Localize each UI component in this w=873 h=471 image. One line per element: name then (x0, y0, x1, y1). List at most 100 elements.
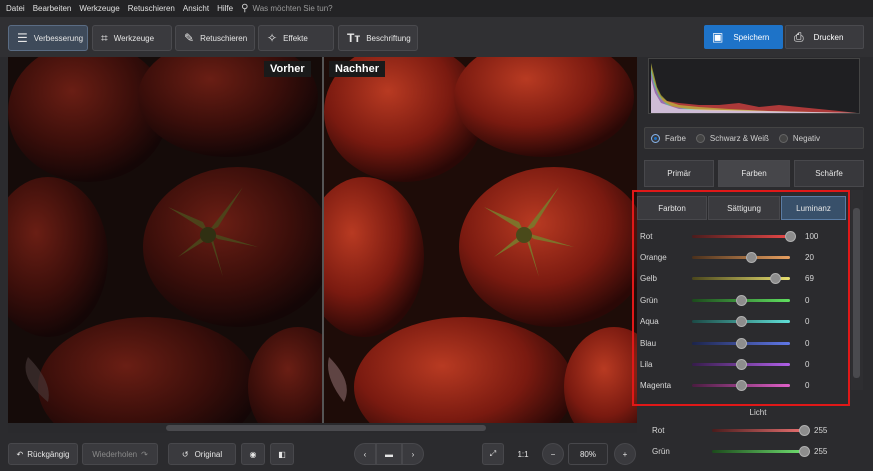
lum-slider-track[interactable] (692, 316, 790, 328)
tab-verbesserung[interactable]: ☰ Verbesserung (8, 25, 88, 51)
licht-slider-value: 255 (814, 446, 828, 456)
original-button[interactable]: ↺ Original (168, 443, 236, 465)
print-label: Drucken (813, 32, 844, 42)
licht-slider-track[interactable] (712, 424, 810, 436)
tab-primaer[interactable]: Primär (644, 160, 714, 187)
open-folder-button[interactable]: ▬ (376, 443, 402, 465)
lum-slider-label: Magenta (640, 381, 672, 391)
tab-label: Retuschieren (200, 33, 248, 43)
scrollbar-thumb[interactable] (166, 425, 486, 431)
lum-slider-value: 20 (805, 252, 814, 262)
lum-slider-label: Grün (640, 295, 658, 305)
tab-schaerfe[interactable]: Schärfe (794, 160, 864, 187)
redo-button[interactable]: Wiederholen ↷ (82, 443, 158, 465)
zoom-1to1-label: 1:1 (517, 449, 529, 459)
lum-slider-track[interactable] (692, 230, 796, 242)
fit-screen-button[interactable]: ⤢ (482, 443, 504, 465)
chevron-right-icon: › (411, 449, 415, 459)
redo-label: Wiederholen (92, 449, 138, 459)
mode-negativ[interactable]: Negativ (778, 133, 820, 143)
save-button[interactable]: ▣ Speichern (704, 25, 783, 49)
zoom-in-button[interactable]: + (614, 443, 636, 465)
sliders-icon: ☰ (17, 31, 28, 45)
tab-label: Verbesserung (33, 33, 84, 43)
lum-slider-knob[interactable] (736, 316, 747, 328)
zoom-out-button[interactable]: − (542, 443, 564, 465)
mode-label: Schwarz & Weiß (709, 133, 769, 143)
radio-schwarz-weiss[interactable] (695, 133, 705, 143)
search-icon: ⚲ (241, 3, 249, 14)
panel-scrollbar[interactable] (851, 190, 863, 390)
menu-hilfe[interactable]: Hilfe (217, 4, 233, 13)
lum-slider-track[interactable] (692, 380, 790, 392)
menu-ansicht[interactable]: Ansicht (183, 4, 209, 13)
preview-eye-button[interactable]: ◉ (241, 443, 265, 465)
lum-slider-row: Grün 0 (640, 294, 840, 306)
licht-slider-knob[interactable] (799, 424, 810, 436)
lum-slider-knob[interactable] (785, 230, 796, 242)
lum-slider-knob[interactable] (736, 380, 747, 392)
lum-slider-track[interactable] (692, 294, 790, 306)
original-label: Original (194, 449, 223, 459)
lum-slider-knob[interactable] (736, 294, 747, 306)
menu-retuschieren[interactable]: Retuschieren (128, 4, 175, 13)
radio-negativ[interactable] (778, 133, 788, 143)
lum-slider-value: 0 (805, 359, 810, 369)
prev-image-button[interactable]: ‹ (354, 443, 376, 465)
mode-schwarz-weiss[interactable]: Schwarz & Weiß (695, 133, 769, 143)
lum-slider-value: 100 (805, 231, 819, 241)
scrollbar-thumb[interactable] (853, 208, 860, 378)
subtab-luminanz[interactable]: Luminanz (781, 196, 846, 220)
tab-werkzeuge[interactable]: ⌗ Werkzeuge (92, 25, 172, 51)
horizontal-scrollbar[interactable] (8, 423, 637, 433)
licht-slider-value: 255 (814, 425, 828, 435)
lum-slider-value: 0 (805, 338, 810, 348)
menu-datei[interactable]: Datei (6, 4, 25, 13)
zoom-level-field[interactable]: 80% (568, 443, 608, 465)
licht-slider-track[interactable] (712, 445, 810, 457)
search-box[interactable]: ⚲ Was möchten Sie tun? (241, 3, 333, 14)
tab-retuschieren[interactable]: ✎ Retuschieren (175, 25, 255, 51)
radio-farbe[interactable] (651, 133, 660, 143)
menu-bearbeiten[interactable]: Bearbeiten (33, 4, 72, 13)
lum-slider-track[interactable] (692, 337, 790, 349)
menu-bar: Datei Bearbeiten Werkzeuge Retuschieren … (0, 0, 873, 17)
eye-icon: ◉ (249, 449, 257, 459)
mode-farbe[interactable]: Farbe (651, 133, 686, 143)
lum-slider-track[interactable] (692, 251, 790, 263)
compare-button[interactable]: ◧ (270, 443, 294, 465)
next-image-button[interactable]: › (402, 443, 424, 465)
licht-slider-knob[interactable] (799, 445, 810, 457)
lum-slider-knob[interactable] (736, 358, 747, 370)
menu-werkzeuge[interactable]: Werkzeuge (79, 4, 119, 13)
licht-slider-row: Grün 255 (652, 445, 852, 457)
tab-label: Werkzeuge (113, 33, 155, 43)
subtab-saettigung[interactable]: Sättigung (708, 196, 780, 220)
lum-slider-knob[interactable] (770, 273, 782, 285)
split-view-icon: ◧ (278, 449, 286, 459)
after-label: Nachher (329, 61, 386, 77)
tab-label: Effekte (283, 33, 308, 43)
lum-slider-track[interactable] (692, 358, 790, 370)
tab-effekte[interactable]: ✧ Effekte (258, 25, 334, 51)
print-button[interactable]: ⎙ Drucken (785, 25, 864, 49)
lum-slider-track[interactable] (692, 273, 790, 285)
undo-button[interactable]: ↶ Rückgängig (8, 443, 78, 465)
licht-section-title: Licht (749, 408, 767, 417)
chevron-left-icon: ‹ (363, 449, 367, 459)
search-placeholder[interactable]: Was möchten Sie tun? (252, 4, 332, 13)
lum-slider-label: Gelb (640, 274, 657, 284)
tab-beschriftung[interactable]: Tт Beschriftung (338, 25, 418, 51)
zoom-1to1-button[interactable]: 1:1 (510, 443, 536, 465)
compare-divider[interactable] (322, 57, 324, 423)
color-mode-group: Farbe Schwarz & Weiß Negativ (644, 127, 864, 149)
subtab-farbton[interactable]: Farbton (637, 196, 707, 220)
lum-slider-row: Gelb 69 (640, 273, 840, 285)
lum-slider-knob[interactable] (736, 337, 747, 349)
reset-icon: ↺ (181, 449, 189, 459)
lum-slider-label: Lila (640, 359, 653, 369)
tab-farben[interactable]: Farben (718, 160, 790, 187)
lum-slider-knob[interactable] (745, 251, 757, 263)
before-photo (8, 57, 322, 423)
histogram-graph (651, 63, 857, 113)
